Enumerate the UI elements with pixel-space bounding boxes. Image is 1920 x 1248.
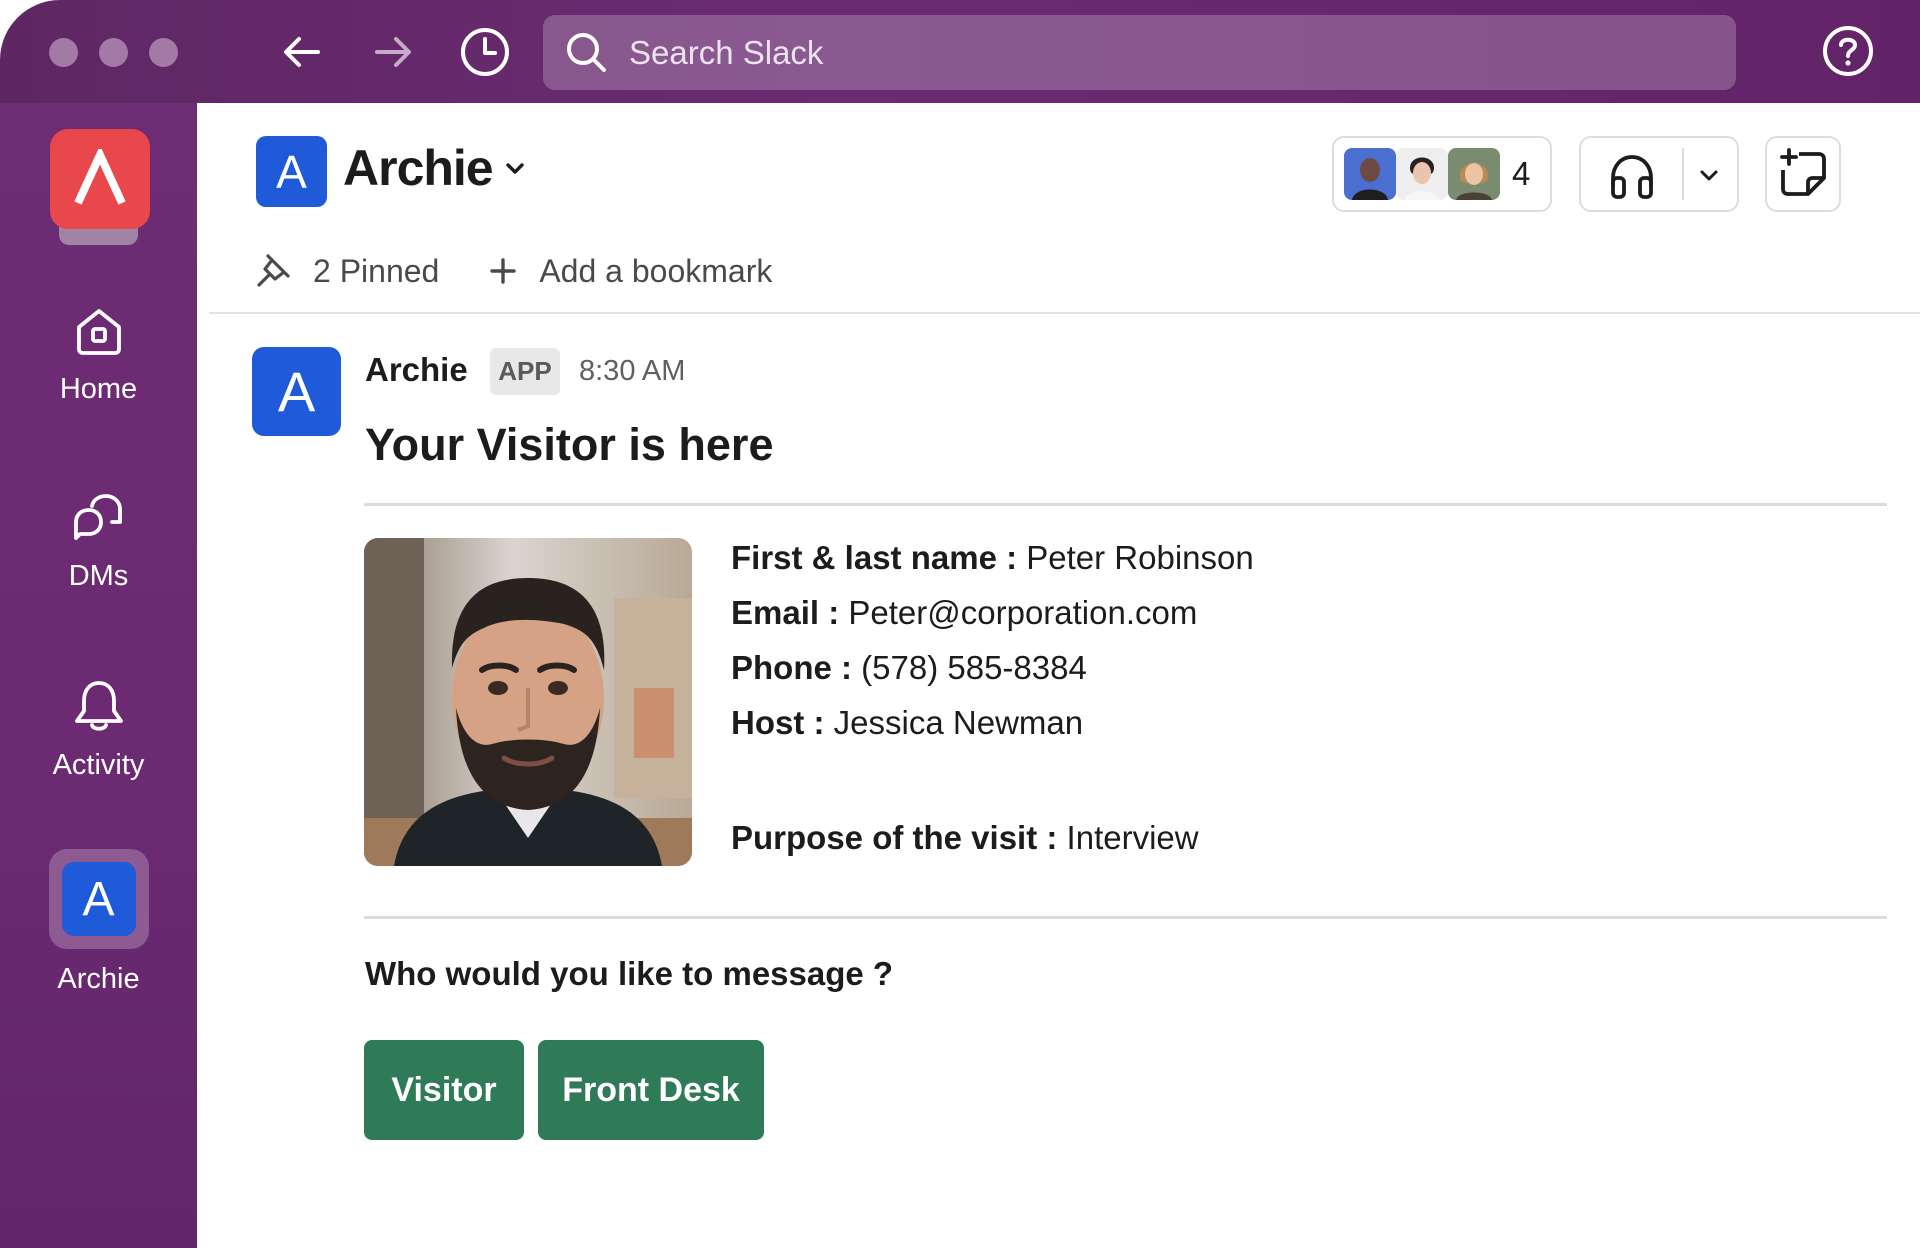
member-avatar xyxy=(1448,148,1500,200)
window-close-button[interactable] xyxy=(49,38,78,67)
message-divider xyxy=(364,916,1887,919)
forward-button[interactable] xyxy=(365,24,421,80)
message-avatar[interactable]: A xyxy=(252,347,341,436)
headphones-icon xyxy=(1611,155,1653,199)
member-count: 4 xyxy=(1512,155,1531,192)
new-canvas-button[interactable] xyxy=(1765,136,1841,212)
header-divider xyxy=(209,312,1920,314)
sidebar: Home DMs Activity A Archie xyxy=(0,103,197,1248)
title-bar: Search Slack xyxy=(0,0,1920,103)
field-value: Peter Robinson xyxy=(1026,539,1254,576)
home-icon xyxy=(76,309,121,355)
clock-icon xyxy=(461,28,509,76)
field-label: Purpose of the visit : xyxy=(731,819,1058,856)
search-icon xyxy=(567,33,606,72)
bell-icon xyxy=(74,681,123,731)
help-circle-icon xyxy=(1823,26,1873,76)
archie-app-icon: A xyxy=(61,862,136,936)
back-button[interactable] xyxy=(274,24,330,80)
search-placeholder: Search Slack xyxy=(629,33,824,71)
message-title: Your Visitor is here xyxy=(365,419,774,470)
app-badge: APP xyxy=(490,348,560,395)
field-host: Host : Jessica Newman xyxy=(731,704,1083,742)
app-tile-background: A xyxy=(48,849,149,949)
sidebar-item-label: DMs xyxy=(68,560,129,592)
channel-title-button[interactable]: Archie xyxy=(343,139,527,197)
members-button[interactable]: 4 xyxy=(1332,136,1552,212)
sidebar-item-archie[interactable]: A Archie xyxy=(0,849,197,996)
sidebar-item-activity[interactable]: Activity xyxy=(0,675,197,782)
canvas-icon xyxy=(1780,148,1826,196)
member-avatar xyxy=(1344,148,1396,200)
dms-icon xyxy=(73,494,122,540)
field-phone: Phone : (578) 585-8384 xyxy=(731,649,1087,687)
field-value: (578) 585-8384 xyxy=(861,649,1087,686)
front-desk-button[interactable]: Front Desk xyxy=(538,1040,764,1140)
pinned-button[interactable]: 2 Pinned xyxy=(255,253,439,290)
huddle-button[interactable] xyxy=(1579,136,1739,212)
add-bookmark-label: Add a bookmark xyxy=(539,252,773,289)
message-divider xyxy=(364,503,1887,506)
member-avatar xyxy=(1396,148,1448,200)
add-bookmark-button[interactable]: Add a bookmark xyxy=(489,253,772,290)
field-label: Email : xyxy=(731,594,840,631)
message-question: Who would you like to message ? xyxy=(365,955,894,992)
plus-icon xyxy=(490,258,517,284)
chevron-down-icon xyxy=(505,163,524,174)
chevron-down-icon[interactable] xyxy=(1698,164,1720,186)
slack-window: Search Slack Home DMs Activity A Archie … xyxy=(0,0,1920,1248)
field-value: Jessica Newman xyxy=(833,704,1084,741)
channel-avatar: A xyxy=(256,136,327,207)
arrow-right-icon xyxy=(375,37,411,67)
field-label: Host : xyxy=(731,704,825,741)
channel-view: A Archie 4 2 Pinned Add a bookmark A Arc… xyxy=(197,103,1920,1248)
pin-icon xyxy=(257,254,290,287)
field-email: Email : Peter@corporation.com xyxy=(731,594,1197,632)
field-purpose: Purpose of the visit : Interview xyxy=(731,819,1199,857)
workspace-logo[interactable] xyxy=(50,129,150,229)
workspace-logo-icon xyxy=(74,149,126,205)
field-value: Peter@corporation.com xyxy=(848,594,1198,631)
field-label: Phone : xyxy=(731,649,852,686)
message-sender[interactable]: Archie xyxy=(365,351,468,389)
bookmarks-bar: 2 Pinned Add a bookmark xyxy=(255,243,822,299)
window-minimize-button[interactable] xyxy=(99,38,128,67)
sidebar-item-label: Home xyxy=(59,373,138,405)
sidebar-item-dms[interactable]: DMs xyxy=(0,490,197,593)
help-button[interactable] xyxy=(1822,25,1874,77)
history-button[interactable] xyxy=(457,24,513,80)
sidebar-item-home[interactable]: Home xyxy=(0,303,197,406)
search-bar[interactable]: Search Slack xyxy=(543,15,1736,90)
window-zoom-button[interactable] xyxy=(149,38,178,67)
field-name: First & last name : Peter Robinson xyxy=(731,539,1254,577)
message-timestamp[interactable]: 8:30 AM xyxy=(579,355,685,388)
sidebar-item-label: Archie xyxy=(57,963,140,995)
pinned-label: 2 Pinned xyxy=(313,252,440,289)
sidebar-item-label: Activity xyxy=(52,749,145,781)
visitor-button[interactable]: Visitor xyxy=(364,1040,524,1140)
visitor-photo xyxy=(364,538,692,866)
arrow-left-icon xyxy=(284,37,320,67)
field-label: First & last name : xyxy=(731,539,1018,576)
huddle-separator xyxy=(1682,148,1684,200)
channel-name: Archie xyxy=(343,140,494,196)
field-value: Interview xyxy=(1066,819,1199,856)
